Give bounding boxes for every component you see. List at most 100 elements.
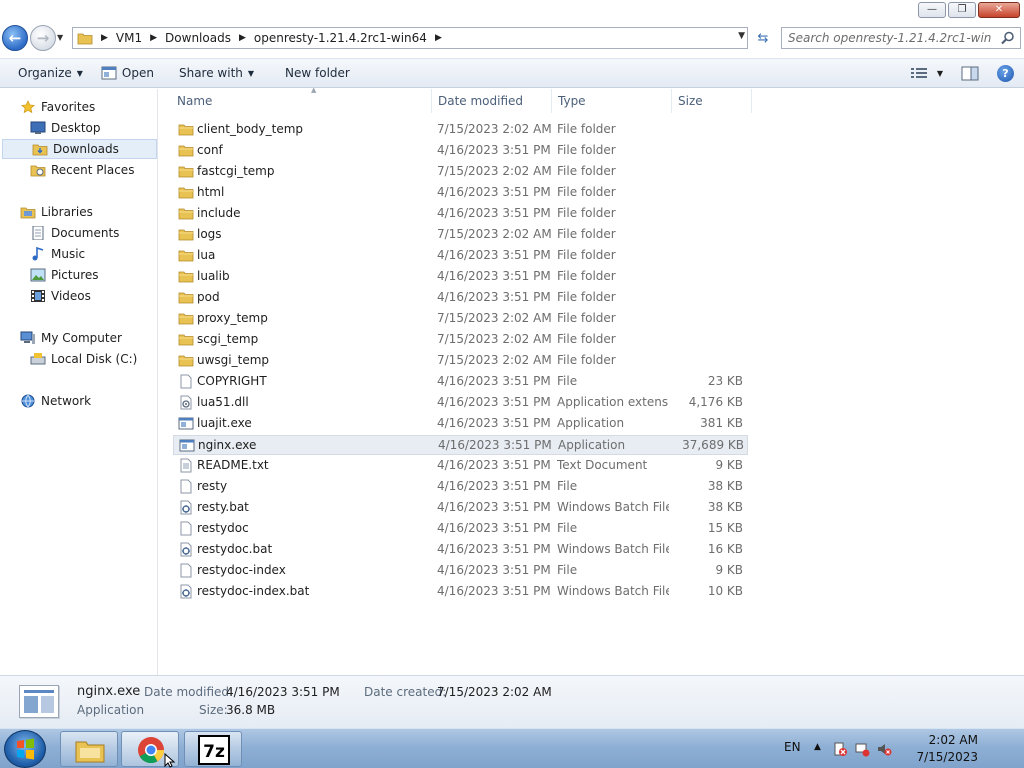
batch-file-icon [180, 584, 192, 599]
folder-row[interactable]: proxy_temp 7/15/2023 2:02 AM File folder [173, 309, 748, 329]
show-hidden-icons-button[interactable]: ▲ [814, 742, 821, 752]
taskbar-7zip-button[interactable]: 7z [184, 731, 242, 767]
nav-music[interactable]: Music [0, 244, 158, 264]
nav-local-disk[interactable]: Local Disk (C:) [0, 349, 158, 369]
file-name: luajit.exe [197, 416, 252, 430]
file-size: 38 KB [707, 479, 743, 493]
back-button[interactable]: ← [2, 25, 28, 51]
file-row[interactable]: restydoc 4/16/2023 3:51 PM File 15 KB [173, 519, 748, 539]
nav-recent-places[interactable]: Recent Places [0, 160, 158, 180]
folder-row[interactable]: scgi_temp 7/15/2023 2:02 AM File folder [173, 330, 748, 350]
nav-network[interactable]: Network [0, 391, 158, 411]
system-tray: EN ▲ 2:02 AM 7/15/2023 [784, 729, 1024, 768]
language-indicator[interactable]: EN [784, 740, 801, 754]
folder-row[interactable]: uwsgi_temp 7/15/2023 2:02 AM File folder [173, 351, 748, 371]
start-button[interactable] [4, 730, 46, 768]
details-date-created-label: Date created: [364, 685, 447, 699]
recent-pages-button[interactable]: ▼ [57, 33, 67, 43]
7zip-icon: 7z [198, 735, 230, 765]
breadcrumb-separator-icon[interactable]: ▶ [431, 33, 446, 43]
breadcrumb-separator-icon[interactable]: ▶ [235, 33, 250, 43]
address-bar[interactable]: ▶ VM1 ▶ Downloads ▶ openresty-1.21.4.2rc… [72, 27, 748, 49]
folder-row[interactable]: lualib 4/16/2023 3:51 PM File folder [173, 267, 748, 287]
breadcrumb-openresty[interactable]: openresty-1.21.4.2rc1-win64 [250, 31, 431, 45]
folder-icon [178, 166, 194, 178]
close-button[interactable]: ✕ [978, 2, 1020, 18]
file-date-modified: 7/15/2023 2:02 AM [437, 332, 552, 346]
file-row[interactable]: restydoc-index 4/16/2023 3:51 PM File 9 KB [173, 561, 748, 581]
action-center-icon[interactable] [832, 741, 848, 757]
nav-label: Desktop [51, 121, 101, 135]
file-row[interactable]: README.txt 4/16/2023 3:51 PM Text Document… [173, 456, 748, 476]
file-row[interactable]: luajit.exe 4/16/2023 3:51 PM Application 38… [173, 414, 748, 434]
nav-libraries[interactable]: Libraries [0, 202, 158, 222]
file-type: File [557, 374, 578, 388]
maximize-button[interactable]: ❐ [948, 2, 976, 18]
taskbar: 7z EN ▲ 2:02 AM 7/15/2023 [0, 728, 1024, 768]
folder-row[interactable]: lua 4/16/2023 3:51 PM File folder [173, 246, 748, 266]
search-box[interactable] [781, 27, 1021, 49]
minimize-button[interactable]: — [918, 2, 946, 18]
file-row[interactable]: lua51.dll 4/16/2023 3:51 PM Application ex… [173, 393, 748, 413]
search-input[interactable] [782, 28, 992, 48]
folder-row[interactable]: include 4/16/2023 3:51 PM File folder [173, 204, 748, 224]
file-row[interactable]: restydoc-index.bat 4/16/2023 3:51 PM Windo… [173, 582, 748, 602]
search-icon[interactable] [1000, 30, 1016, 46]
file-row[interactable]: restydoc.bat 4/16/2023 3:51 PM Windows Bat… [173, 540, 748, 560]
preview-pane-icon[interactable] [961, 66, 979, 81]
taskbar-explorer-button[interactable] [60, 731, 118, 767]
column-header-date-modified[interactable]: Date modified [434, 89, 552, 113]
folder-row[interactable]: pod 4/16/2023 3:51 PM File folder [173, 288, 748, 308]
nav-label: Network [41, 394, 92, 408]
forward-button[interactable]: → [30, 25, 56, 51]
nav-favorites[interactable]: Favorites [0, 97, 158, 117]
file-row[interactable]: resty.bat 4/16/2023 3:51 PM Windows Batch … [173, 498, 748, 518]
column-header-size[interactable]: Size [674, 89, 752, 113]
file-date-modified: 7/15/2023 2:02 AM [437, 122, 552, 136]
nav-documents[interactable]: Documents [0, 223, 158, 243]
breadcrumb-separator-icon[interactable]: ▶ [97, 33, 112, 43]
windows-logo-icon [17, 738, 34, 760]
folder-icon [178, 250, 194, 262]
column-header-name[interactable]: Name [173, 89, 432, 113]
folder-row[interactable]: html 4/16/2023 3:51 PM File folder [173, 183, 748, 203]
folder-row[interactable]: logs 7/15/2023 2:02 AM File folder [173, 225, 748, 245]
view-controls: ▼ ? [910, 59, 1014, 87]
nav-downloads[interactable]: Downloads [2, 139, 157, 159]
nav-desktop[interactable]: Desktop [0, 118, 158, 138]
open-button[interactable]: Open [92, 59, 163, 87]
file-row[interactable]: COPYRIGHT 4/16/2023 3:51 PM File 23 KB [173, 372, 748, 392]
network-status-icon[interactable] [854, 741, 870, 757]
file-size: 381 KB [700, 416, 743, 430]
file-name: lualib [197, 269, 230, 283]
file-date-modified: 4/16/2023 3:51 PM [437, 458, 551, 472]
address-history-dropdown[interactable]: ▼ [738, 31, 745, 41]
taskbar-chrome-button[interactable] [121, 731, 179, 768]
breadcrumb-vm1[interactable]: VM1 [112, 31, 146, 45]
folder-row[interactable]: fastcgi_temp 7/15/2023 2:02 AM File folder [173, 162, 748, 182]
breadcrumb-separator-icon[interactable]: ▶ [146, 33, 161, 43]
file-name: client_body_temp [197, 122, 304, 136]
folder-row[interactable]: conf 4/16/2023 3:51 PM File folder [173, 141, 748, 161]
folder-row[interactable]: client_body_temp 7/15/2023 2:02 AM File fo… [173, 120, 748, 140]
new-folder-button[interactable]: New folder [263, 59, 359, 87]
change-view-button[interactable]: ▼ [910, 67, 943, 79]
share-with-button[interactable]: Share with ▼ [163, 59, 263, 87]
clock-time[interactable]: 2:02 AM [913, 733, 978, 747]
file-type: Application extens... [557, 395, 669, 409]
file-row[interactable]: nginx.exe 4/16/2023 3:51 PM Application 37,… [173, 435, 748, 455]
nav-my-computer[interactable]: My Computer [0, 328, 158, 348]
refresh-button[interactable]: ⇆ [752, 27, 774, 49]
breadcrumb-downloads[interactable]: Downloads [161, 31, 235, 45]
help-icon[interactable]: ? [997, 64, 1014, 82]
clock-date[interactable]: 7/15/2023 [913, 750, 978, 764]
file-date-modified: 7/15/2023 2:02 AM [437, 227, 552, 241]
volume-icon[interactable] [876, 741, 892, 757]
organize-button[interactable]: Organize ▼ [0, 59, 92, 87]
column-header-type[interactable]: Type [554, 89, 672, 113]
nav-pictures[interactable]: Pictures [0, 265, 158, 285]
nav-videos[interactable]: Videos [0, 286, 158, 306]
file-date-modified: 4/16/2023 3:51 PM [437, 374, 551, 388]
file-row[interactable]: resty 4/16/2023 3:51 PM File 38 KB [173, 477, 748, 497]
file-name: lua51.dll [197, 395, 249, 409]
